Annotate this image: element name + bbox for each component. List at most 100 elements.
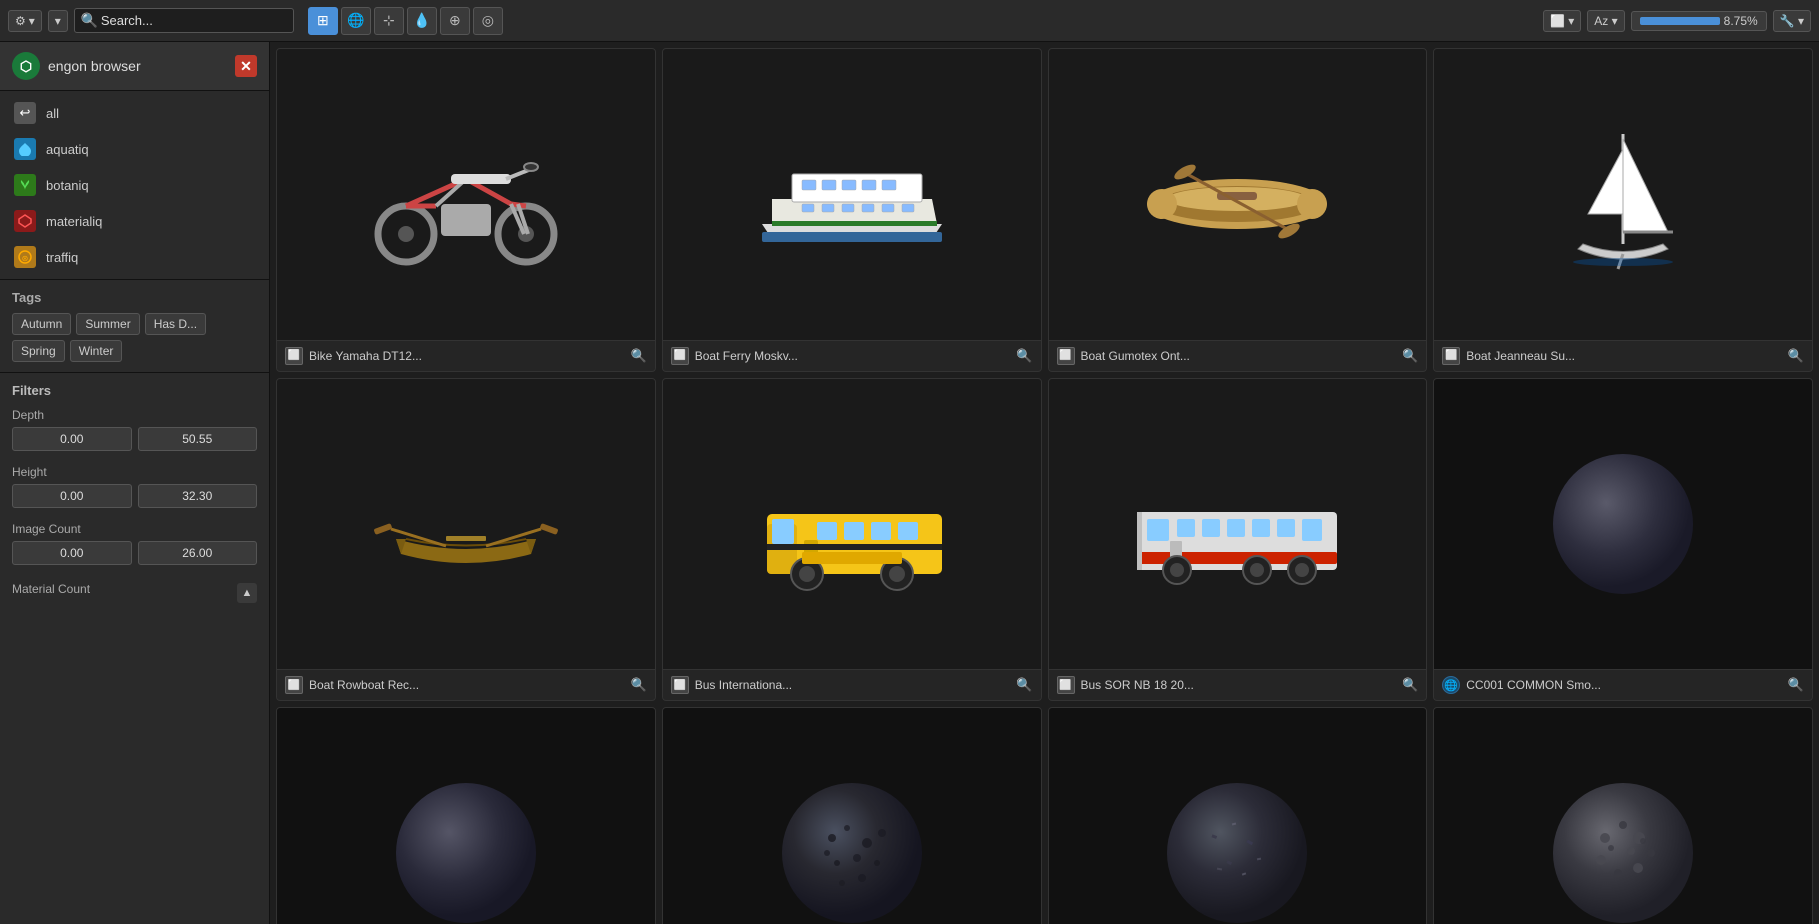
close-button[interactable]: ✕ xyxy=(235,55,257,77)
depth-min-input[interactable] xyxy=(12,427,132,451)
asset-card-boat-ferry[interactable]: ⬜ Boat Ferry Moskv... 🔍 xyxy=(662,48,1042,372)
asset-card-sailboat[interactable]: ⬜ Boat Jeanneau Su... 🔍 xyxy=(1433,48,1813,372)
depth-max-input[interactable] xyxy=(138,427,258,451)
asset-card-cc005[interactable]: 🌐 CC005 COMMON Por... 🔍 xyxy=(662,707,1042,924)
aquatiq-nav-icon xyxy=(14,138,36,160)
materialiq-nav-label: materialiq xyxy=(46,214,102,229)
image-count-filter: Image Count xyxy=(12,522,257,565)
asset-thumb-cc006 xyxy=(1049,708,1427,924)
asset-card-bike[interactable]: ⬜ Bike Yamaha DT12... 🔍 xyxy=(276,48,656,372)
asset-thumb-sailboat xyxy=(1434,49,1812,340)
material-view-button[interactable]: 💧 xyxy=(407,7,437,35)
search-asset-sailboat[interactable]: 🔍 xyxy=(1788,348,1804,364)
sort-button[interactable]: Az ▾ xyxy=(1587,10,1624,32)
materialiq-nav-icon xyxy=(14,210,36,232)
search-asset-bike[interactable]: 🔍 xyxy=(631,348,647,364)
asset-grid-area: ⬜ Bike Yamaha DT12... 🔍 xyxy=(270,42,1819,924)
aquatiq-nav-label: aquatiq xyxy=(46,142,89,157)
toolbar-right: ⬜ ▾ Az ▾ 8.75% 🔧 ▾ xyxy=(1543,10,1811,32)
asset-card-rowboat[interactable]: ⬜ Boat Rowboat Rec... 🔍 xyxy=(276,378,656,702)
asset-name-bike: Bike Yamaha DT12... xyxy=(309,349,625,363)
world-view-button[interactable]: ⊕ xyxy=(440,7,470,35)
sidebar-nav: ↩ all aquatiq botaniq materialiq xyxy=(0,91,269,279)
tag-hasd[interactable]: Has D... xyxy=(145,313,206,335)
height-filter: Height xyxy=(12,465,257,508)
all-nav-label: all xyxy=(46,106,59,121)
asset-thumb-boat-inflatable xyxy=(1049,49,1427,340)
chevron-down-icon: ▾ xyxy=(29,14,35,28)
mesh-icon-rowboat: ⬜ xyxy=(285,676,303,694)
zoom-bar: 8.75% xyxy=(1631,11,1767,31)
filters-section: Filters Depth Height Image Count xyxy=(0,372,269,627)
image-count-min-input[interactable] xyxy=(12,541,132,565)
asset-card-boat-inflatable[interactable]: ⬜ Boat Gumotex Ont... 🔍 xyxy=(1048,48,1428,372)
globe-view-button[interactable]: 🌐 xyxy=(341,7,371,35)
sort-icon: Az ▾ xyxy=(1594,14,1617,28)
traffiq-nav-label: traffiq xyxy=(46,250,78,265)
botaniq-nav-label: botaniq xyxy=(46,178,89,193)
zoom-value: 8.75% xyxy=(1724,14,1758,28)
asset-thumb-city-bus xyxy=(1049,379,1427,670)
asset-card-cc006[interactable]: 🌐 CC006 COMMON Gra... 🔍 xyxy=(1048,707,1428,924)
depth-inputs xyxy=(12,427,257,451)
height-max-input[interactable] xyxy=(138,484,258,508)
asset-card-cc007[interactable]: 🌐 CC007 COMMON Spo... 🔍 xyxy=(1433,707,1813,924)
sidebar-item-all[interactable]: ↩ all xyxy=(0,95,269,131)
zoom-slider[interactable] xyxy=(1640,17,1720,25)
asset-footer-school-bus: ⬜ Bus Internationa... 🔍 xyxy=(663,669,1041,700)
image-count-max-input[interactable] xyxy=(138,541,258,565)
rename-icon: ⬜ ▾ xyxy=(1550,14,1574,28)
asset-thumb-rowboat xyxy=(277,379,655,670)
wrench-button[interactable]: 🔧 ▾ xyxy=(1773,10,1811,32)
depth-filter: Depth xyxy=(12,408,257,451)
height-inputs xyxy=(12,484,257,508)
asset-card-school-bus[interactable]: ⬜ Bus Internationa... 🔍 xyxy=(662,378,1042,702)
mesh-icon-school-bus: ⬜ xyxy=(671,676,689,694)
cursor-view-button[interactable]: ⊹ xyxy=(374,7,404,35)
engon-logo-icon: ⬡ xyxy=(20,58,32,75)
asset-name-city-bus: Bus SOR NB 18 20... xyxy=(1081,678,1397,692)
grid-view-button[interactable]: ⊞ xyxy=(308,7,338,35)
material-icon-cc001: 🌐 xyxy=(1442,676,1460,694)
sidebar-item-materialiq[interactable]: materialiq xyxy=(0,203,269,239)
tag-autumn[interactable]: Autumn xyxy=(12,313,71,335)
sidebar-title: engon browser xyxy=(48,58,227,74)
tag-spring[interactable]: Spring xyxy=(12,340,65,362)
search-asset-boat-inflatable[interactable]: 🔍 xyxy=(1402,348,1418,364)
asset-card-cc001[interactable]: 🌐 CC001 COMMON Smo... 🔍 xyxy=(1433,378,1813,702)
sidebar-item-traffiq[interactable]: ⊛ traffiq xyxy=(0,239,269,275)
tag-summer[interactable]: Summer xyxy=(76,313,139,335)
settings-button[interactable]: ⚙ ▾ xyxy=(8,10,42,32)
target-view-button[interactable]: ◎ xyxy=(473,7,503,35)
filters-title: Filters xyxy=(12,383,257,398)
asset-footer-boat-ferry: ⬜ Boat Ferry Moskv... 🔍 xyxy=(663,340,1041,371)
asset-card-cc002[interactable]: 🌐 CC002 COMMON Smo... 🔍 xyxy=(276,707,656,924)
mesh-icon-boat-inflatable: ⬜ xyxy=(1057,347,1075,365)
svg-text:⊛: ⊛ xyxy=(22,254,29,263)
search-asset-boat-ferry[interactable]: 🔍 xyxy=(1016,348,1032,364)
material-count-header: Material Count ▲ xyxy=(12,579,257,603)
material-count-expand-button[interactable]: ▲ xyxy=(237,583,257,603)
asset-name-sailboat: Boat Jeanneau Su... xyxy=(1466,349,1782,363)
tag-winter[interactable]: Winter xyxy=(70,340,123,362)
asset-name-school-bus: Bus Internationa... xyxy=(695,678,1011,692)
mesh-icon-sailboat: ⬜ xyxy=(1442,347,1460,365)
asset-card-city-bus[interactable]: ⬜ Bus SOR NB 18 20... 🔍 xyxy=(1048,378,1428,702)
sidebar-item-aquatiq[interactable]: aquatiq xyxy=(0,131,269,167)
rename-button[interactable]: ⬜ ▾ xyxy=(1543,10,1581,32)
asset-thumb-bike xyxy=(277,49,655,340)
sidebar-item-botaniq[interactable]: botaniq xyxy=(0,167,269,203)
asset-thumb-boat-ferry xyxy=(663,49,1041,340)
asset-thumb-school-bus xyxy=(663,379,1041,670)
search-asset-school-bus[interactable]: 🔍 xyxy=(1016,677,1032,693)
search-asset-rowboat[interactable]: 🔍 xyxy=(631,677,647,693)
asset-name-rowboat: Boat Rowboat Rec... xyxy=(309,678,625,692)
height-min-input[interactable] xyxy=(12,484,132,508)
search-asset-city-bus[interactable]: 🔍 xyxy=(1402,677,1418,693)
search-input[interactable] xyxy=(74,8,294,33)
asset-name-boat-ferry: Boat Ferry Moskv... xyxy=(695,349,1011,363)
search-asset-cc001[interactable]: 🔍 xyxy=(1788,677,1804,693)
asset-name-boat-inflatable: Boat Gumotex Ont... xyxy=(1081,349,1397,363)
dropdown-button[interactable]: ▾ xyxy=(48,10,68,32)
asset-footer-boat-inflatable: ⬜ Boat Gumotex Ont... 🔍 xyxy=(1049,340,1427,371)
